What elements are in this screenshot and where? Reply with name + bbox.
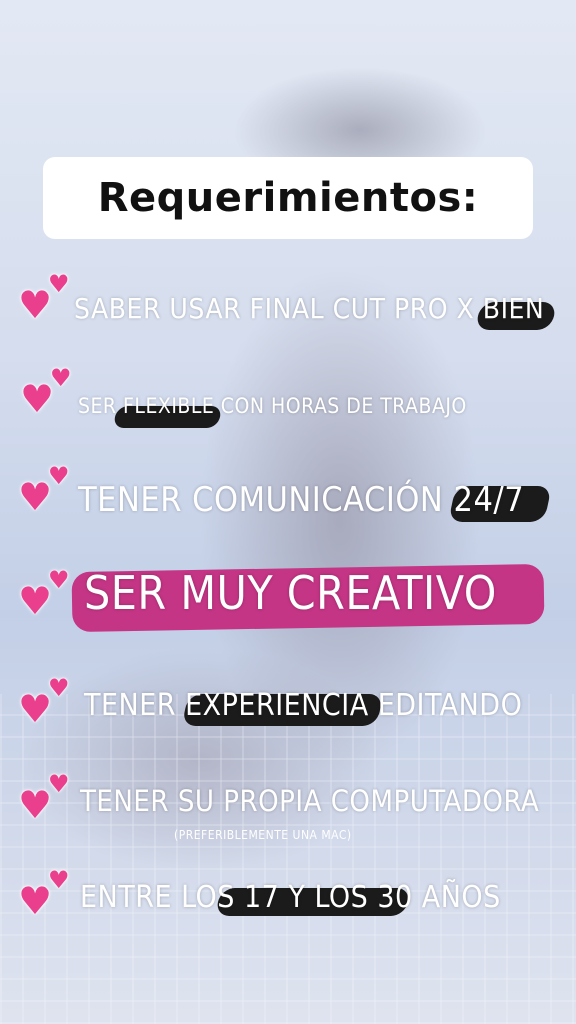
list-item: ♥ ♥ TENER EXPERIENCIA EDITANDO xyxy=(0,670,576,740)
item-text: SABER USAR FINAL CUT PRO X BIEN xyxy=(74,292,545,325)
list-item: ♥ ♥ ENTRE LOS 17 Y LOS 30 AÑOS xyxy=(0,866,576,936)
list-item: ♥ ♥ SABER USAR FINAL CUT PRO X BIEN xyxy=(0,270,576,340)
item-text: TENER EXPERIENCIA EDITANDO xyxy=(84,688,523,723)
page-title: Requerimientos: xyxy=(97,175,479,221)
two-hearts-icon: ♥ ♥ xyxy=(20,364,72,421)
two-hearts-icon: ♥ ♥ xyxy=(18,462,70,519)
item-note: (PREFERIBLEMENTE UNA MAC) xyxy=(174,828,352,842)
two-hearts-icon: ♥ ♥ xyxy=(18,770,70,827)
two-hearts-icon: ♥ ♥ xyxy=(18,270,70,327)
list-item: ♥ ♥ SER FLEXIBLE CON HORAS DE TRABAJO xyxy=(0,366,576,436)
list-item: ♥ ♥ TENER COMUNICACIÓN 24/7 xyxy=(0,464,576,534)
list-item: ♥ ♥ SER MUY CREATIVO xyxy=(0,560,576,640)
item-text: SER FLEXIBLE CON HORAS DE TRABAJO xyxy=(78,394,467,418)
list-item: ♥ ♥ TENER SU PROPIA COMPUTADORA (PREFERIB… xyxy=(0,770,576,850)
item-text: TENER SU PROPIA COMPUTADORA xyxy=(80,784,540,818)
item-text: TENER COMUNICACIÓN 24/7 xyxy=(78,480,525,520)
item-text: SER MUY CREATIVO xyxy=(84,566,497,620)
title-box: Requerimientos: xyxy=(43,157,533,239)
item-text: ENTRE LOS 17 Y LOS 30 AÑOS xyxy=(80,880,501,915)
two-hearts-icon: ♥ ♥ xyxy=(18,674,70,731)
two-hearts-icon: ♥ ♥ xyxy=(18,866,70,923)
